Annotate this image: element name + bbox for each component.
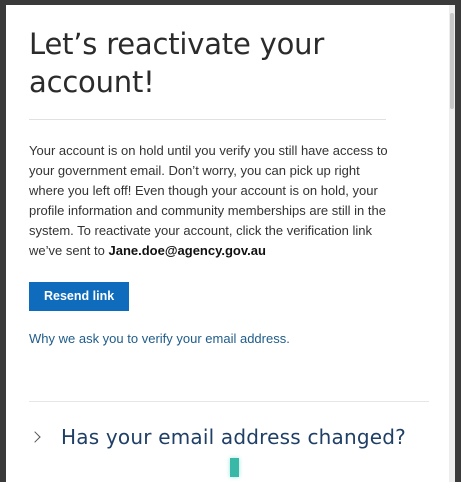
section-divider xyxy=(29,401,429,402)
body-text: Your account is on hold until you verify… xyxy=(29,143,388,258)
body-message: Your account is on hold until you verify… xyxy=(29,141,389,261)
scrollbar[interactable] xyxy=(449,5,455,482)
email-address: Jane.doe@agency.gov.au xyxy=(108,243,266,258)
title-divider xyxy=(29,119,386,120)
chevron-right-icon xyxy=(29,431,41,443)
dialog-content: Let’s reactivate your account! Your acco… xyxy=(29,5,429,346)
email-changed-accordion[interactable]: Has your email address changed? xyxy=(29,425,406,449)
why-verify-link[interactable]: Why we ask you to verify your email addr… xyxy=(29,331,429,346)
resend-link-button[interactable]: Resend link xyxy=(29,282,130,311)
dialog-title: Let’s reactivate your account! xyxy=(29,27,325,99)
scrollbar-thumb[interactable] xyxy=(450,13,454,109)
resize-handle[interactable] xyxy=(230,458,239,477)
reactivate-dialog: Let’s reactivate your account! Your acco… xyxy=(6,5,455,482)
accordion-title: Has your email address changed? xyxy=(61,425,406,449)
